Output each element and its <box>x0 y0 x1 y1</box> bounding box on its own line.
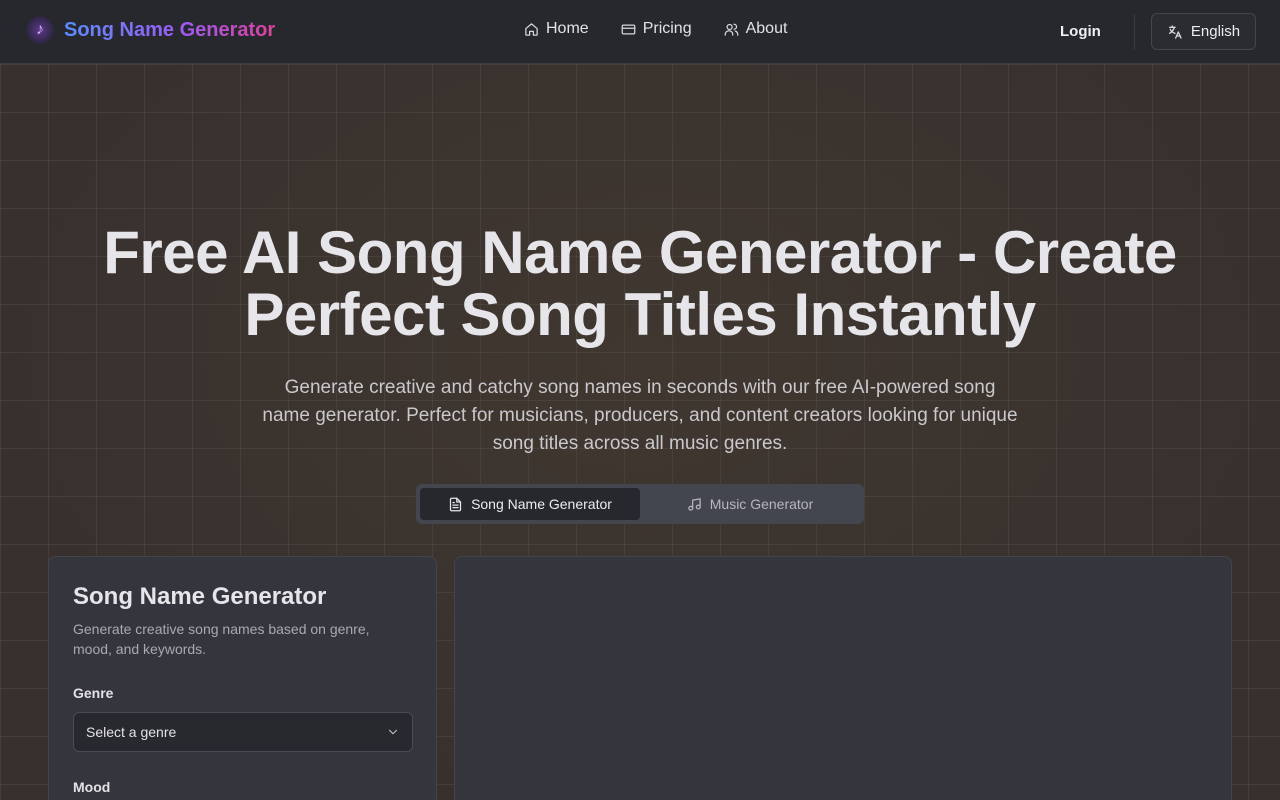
brand-link[interactable]: ♪ Song Name Generator <box>26 16 275 44</box>
hero-section: Free AI Song Name Generator - Create Per… <box>0 222 1280 458</box>
results-panel <box>454 556 1232 800</box>
generator-tabs: Song Name Generator Music Generator <box>416 484 864 524</box>
language-label: English <box>1190 23 1241 40</box>
nav-about-label: About <box>745 20 788 37</box>
music-note-icon <box>688 497 701 511</box>
form-description: Generate creative song names based on ge… <box>73 621 370 657</box>
nav-about[interactable]: About <box>724 20 788 38</box>
users-icon <box>724 23 738 36</box>
mood-label: Mood <box>73 779 111 795</box>
tab-song-name-generator-label: Song Name Generator <box>471 496 612 512</box>
form-title: Song Name Generator <box>73 583 327 610</box>
chevron-down-icon <box>388 729 398 735</box>
document-icon <box>449 497 462 511</box>
genre-label: Genre <box>73 685 114 701</box>
generator-form-card: Song Name Generator Generate creative so… <box>48 556 437 800</box>
main-nav: Home Pricing About <box>524 20 787 38</box>
top-header: ♪ Song Name Generator Home Pricing About… <box>0 0 1280 64</box>
login-button[interactable]: Login <box>1060 23 1101 40</box>
tab-song-name-generator[interactable]: Song Name Generator <box>420 488 640 520</box>
tab-music-generator[interactable]: Music Generator <box>640 488 860 520</box>
hero-title: Free AI Song Name Generator - Create Per… <box>0 222 1280 346</box>
music-note-logo-icon: ♪ <box>26 16 54 44</box>
translate-icon <box>1168 24 1182 39</box>
tab-music-generator-label: Music Generator <box>709 496 814 512</box>
nav-pricing[interactable]: Pricing <box>621 20 692 38</box>
nav-pricing-label: Pricing <box>642 20 692 37</box>
genre-select-value: Select a genre <box>86 724 177 740</box>
nav-home[interactable]: Home <box>524 20 589 38</box>
language-select-button[interactable]: English <box>1151 13 1256 50</box>
hero-title-line2: Perfect Song Titles Instantly <box>244 281 1036 348</box>
genre-select[interactable]: Select a genre <box>73 712 413 752</box>
nav-home-label: Home <box>546 20 589 37</box>
hero-subtitle: Generate creative and catchy song names … <box>262 377 1018 454</box>
hero-title-line1: Free AI Song Name Generator - Create <box>103 219 1177 286</box>
card-icon <box>621 24 636 34</box>
header-divider <box>1134 14 1135 50</box>
home-icon <box>525 22 538 36</box>
brand-name: Song Name Generator <box>64 18 276 41</box>
